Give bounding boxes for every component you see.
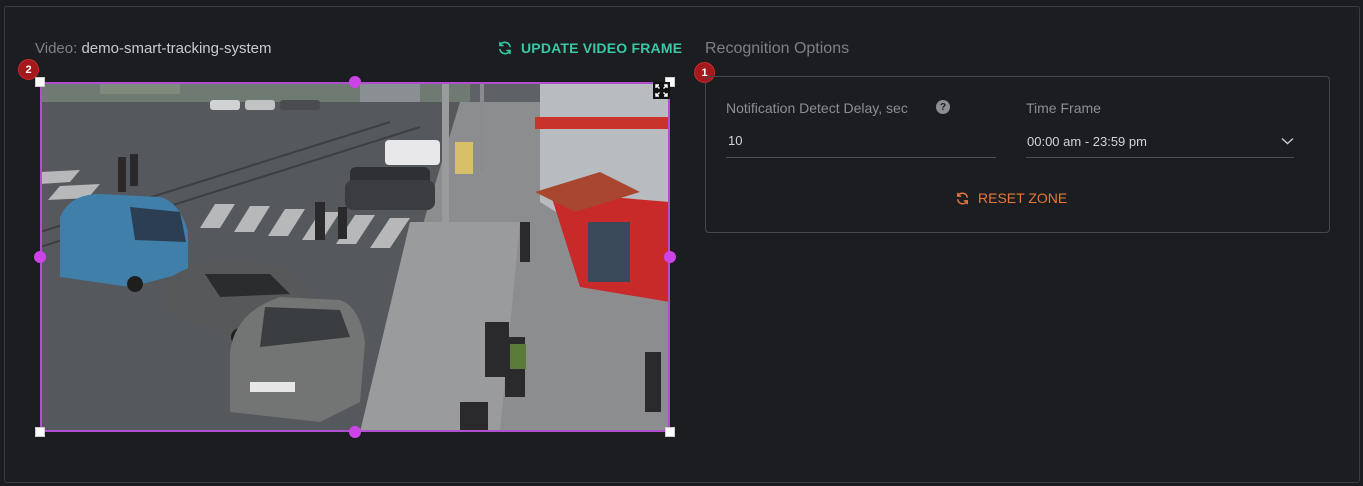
video-title: Video: demo-smart-tracking-system [35, 40, 271, 57]
video-title-prefix: Video: [35, 40, 78, 57]
zone-handle-bottom-left[interactable] [35, 427, 45, 437]
update-video-frame-button[interactable]: UPDATE VIDEO FRAME [497, 40, 682, 56]
zone-number-badge: 2 [18, 59, 39, 80]
zone-handle-top-left[interactable] [35, 77, 45, 87]
help-icon[interactable]: ? [936, 100, 950, 114]
refresh-icon [955, 191, 970, 206]
chevron-down-icon[interactable] [1281, 133, 1294, 151]
fullscreen-icon[interactable] [653, 82, 670, 99]
delay-input[interactable]: 10 [728, 133, 742, 148]
refresh-icon [497, 40, 513, 56]
reset-zone-label: RESET ZONE [978, 190, 1068, 206]
zone-handle-left-mid[interactable] [34, 251, 46, 263]
zone-handle-top-mid[interactable] [349, 76, 361, 88]
zone-handle-right-mid[interactable] [664, 251, 676, 263]
zone-handle-bottom-mid[interactable] [349, 426, 361, 438]
video-name: demo-smart-tracking-system [81, 40, 272, 57]
timeframe-label: Time Frame [1026, 100, 1101, 116]
delay-input-underline [726, 157, 996, 158]
video-frame[interactable] [40, 82, 670, 432]
update-video-frame-label: UPDATE VIDEO FRAME [521, 40, 683, 56]
recognition-options-title: Recognition Options [705, 40, 850, 57]
timeframe-select[interactable]: 00:00 am - 23:59 pm [1027, 134, 1147, 149]
reset-zone-button[interactable]: RESET ZONE [955, 190, 1067, 206]
zone-handle-bottom-right[interactable] [665, 427, 675, 437]
delay-label: Notification Detect Delay, sec [726, 100, 908, 116]
timeframe-underline [1026, 157, 1294, 158]
